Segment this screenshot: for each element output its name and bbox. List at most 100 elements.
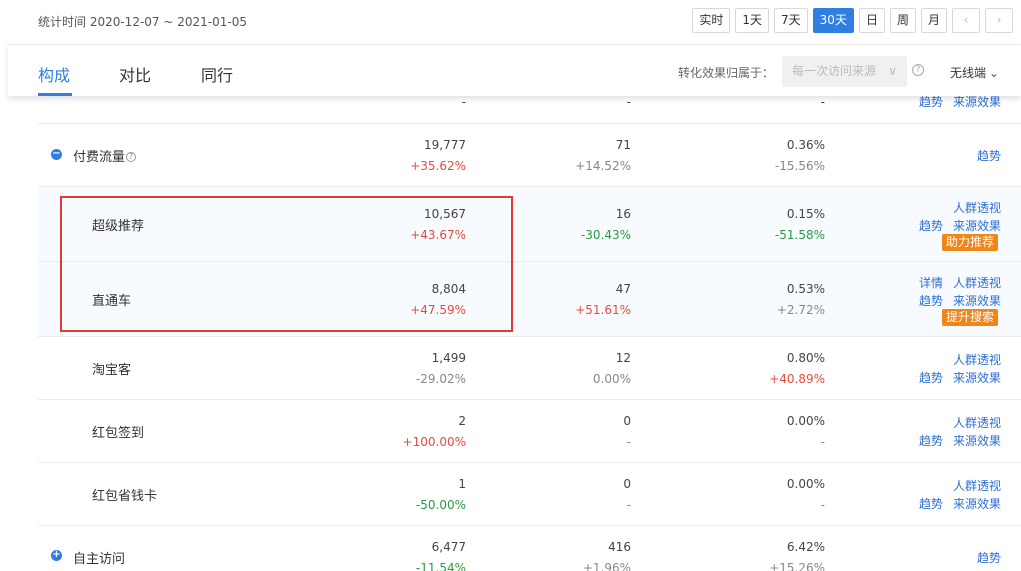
buyers-value: 0: [623, 414, 631, 428]
buyers-change: +14.52%: [575, 159, 631, 173]
chevron-right-icon: ›: [996, 13, 1002, 27]
visitors-change: -50.00%: [415, 498, 466, 512]
conversion-value: 0.15%: [786, 207, 825, 221]
table-row: + 自主访问 6,477 -11.54% 416 +1.96% 6.42% +15.2…: [38, 526, 1021, 571]
expand-icon[interactable]: +: [51, 550, 62, 561]
buyers-value: 16: [615, 207, 631, 221]
trend-link[interactable]: 趋势: [977, 549, 1001, 566]
trend-link[interactable]: 趋势: [919, 292, 943, 309]
trend-link[interactable]: 趋势: [919, 432, 943, 449]
conversion-change: +15.26%: [769, 561, 825, 571]
visitors-value: 19,777: [424, 138, 466, 152]
source-effect-link[interactable]: 来源效果: [953, 432, 1001, 449]
conversion-change: -: [820, 435, 825, 449]
trend-link[interactable]: 趋势: [919, 369, 943, 386]
active-tab-indicator: [38, 93, 72, 96]
chevron-down-icon: ∨: [888, 64, 897, 78]
table-row: 直通车 8,804 +47.59% 47 +51.61% 0.53% +2.72% 详…: [38, 262, 1021, 337]
tab-composition[interactable]: 构成: [38, 62, 70, 86]
boost-recommend-badge[interactable]: 助力推荐: [942, 234, 999, 251]
buyers-change: +1.96%: [582, 561, 631, 571]
audience-link[interactable]: 人群透视: [953, 274, 1001, 291]
attribution-value: 每一次访问来源: [792, 64, 877, 78]
tab-bar: 构成 对比 同行 转化效果归属于： 每一次访问来源 ∨ ? 无线端 ⌄: [8, 44, 1021, 96]
range-realtime-button[interactable]: 实时: [692, 8, 731, 33]
prev-period-button[interactable]: ‹: [952, 8, 980, 33]
visitors-change: +47.59%: [410, 303, 466, 317]
help-icon[interactable]: ?: [912, 64, 924, 76]
boost-search-badge[interactable]: 提升搜索: [942, 309, 999, 326]
audience-link[interactable]: 人群透视: [953, 414, 1001, 431]
visitors-change: +43.67%: [410, 228, 466, 242]
chevron-left-icon: ‹: [963, 13, 969, 27]
row-name: 直通车: [92, 294, 132, 309]
buyers-change: +51.61%: [575, 303, 631, 317]
audience-link[interactable]: 人群透视: [953, 351, 1001, 368]
buyers-change: -30.43%: [580, 228, 631, 242]
conversion-change: +40.89%: [769, 372, 825, 386]
buyers-value: 71: [615, 138, 631, 152]
range-day-button[interactable]: 日: [858, 8, 885, 33]
visitors-value: 6,477: [431, 540, 466, 554]
conversion-change: -51.58%: [774, 228, 825, 242]
buyers-change: 0.00%: [592, 372, 631, 386]
conversion-change: -15.56%: [774, 159, 825, 173]
visitors-value: 10,567: [424, 207, 466, 221]
row-name: 淘宝客: [92, 363, 132, 378]
visitors-value: 1,499: [431, 351, 466, 365]
range-month-button[interactable]: 月: [920, 8, 947, 33]
source-effect-link[interactable]: 来源效果: [953, 292, 1001, 309]
row-name: 红包省钱卡: [92, 489, 158, 504]
terminal-select[interactable]: 无线端 ⌄: [950, 64, 999, 81]
buyers-change: -: [626, 435, 631, 449]
source-effect-link[interactable]: 来源效果: [953, 217, 1001, 234]
row-name: 超级推荐: [92, 219, 145, 234]
conversion-value: 0.36%: [786, 138, 825, 152]
visitors-change: +100.00%: [402, 435, 466, 449]
row-name-paid: 付费流量?: [73, 146, 137, 165]
conversion-value: 0.53%: [786, 282, 825, 296]
table-row: 超级推荐 10,567 +43.67% 16 -30.43% 0.15% -51.58…: [38, 187, 1021, 262]
visitors-change: +35.62%: [410, 159, 466, 173]
trend-link[interactable]: 趋势: [919, 217, 943, 234]
buyers-value: 47: [615, 282, 631, 296]
buyers-value: 0: [623, 477, 631, 491]
conversion-value: 0.00%: [786, 414, 825, 428]
row-label: 付费流量: [73, 150, 126, 165]
attribution-select[interactable]: 每一次访问来源 ∨: [782, 56, 907, 87]
conversion-value: 6.42%: [786, 540, 825, 554]
tab-compare[interactable]: 对比: [119, 62, 151, 86]
visitors-change: -11.54%: [415, 561, 466, 571]
audience-link[interactable]: 人群透视: [953, 199, 1001, 216]
range-30day-button[interactable]: 30天: [812, 8, 854, 33]
details-link[interactable]: 详情: [919, 274, 943, 291]
help-icon[interactable]: ?: [126, 152, 137, 162]
source-effect-link[interactable]: 来源效果: [953, 369, 1001, 386]
range-7day-button[interactable]: 7天: [774, 8, 808, 33]
visitors-value: 8,804: [431, 282, 466, 296]
table-row: − 付费流量? 19,777 +35.62% 71 +14.52% 0.36% -15…: [38, 124, 1021, 187]
buyers-value: 12: [615, 351, 631, 365]
tab-peers[interactable]: 同行: [201, 62, 233, 86]
terminal-label: 无线端: [950, 66, 987, 80]
row-name: 红包签到: [92, 426, 145, 441]
visitors-value: 1: [458, 477, 466, 491]
buyers-value: 416: [608, 540, 631, 554]
visitors-value: 2: [458, 414, 466, 428]
next-period-button[interactable]: ›: [985, 8, 1013, 33]
table-row: 红包省钱卡 1 -50.00% 0 - 0.00% - 人群透视 趋势 来源效果: [38, 463, 1021, 526]
row-name: 自主访问: [73, 552, 126, 567]
chevron-down-icon: ⌄: [989, 66, 1000, 80]
audience-link[interactable]: 人群透视: [953, 477, 1001, 494]
conversion-value: 0.80%: [786, 351, 825, 365]
trend-link[interactable]: 趋势: [919, 495, 943, 512]
buyers-change: -: [626, 498, 631, 512]
conversion-change: +2.72%: [776, 303, 825, 317]
range-week-button[interactable]: 周: [889, 8, 916, 33]
time-range-buttons: 实时 1天 7天 30天 日 周 月 ‹ ›: [692, 8, 1013, 33]
range-1day-button[interactable]: 1天: [735, 8, 770, 33]
collapse-icon[interactable]: −: [51, 149, 62, 160]
table-row: 淘宝客 1,499 -29.02% 12 0.00% 0.80% +40.89% 人群…: [38, 337, 1021, 400]
source-effect-link[interactable]: 来源效果: [953, 495, 1001, 512]
trend-link[interactable]: 趋势: [977, 147, 1001, 164]
